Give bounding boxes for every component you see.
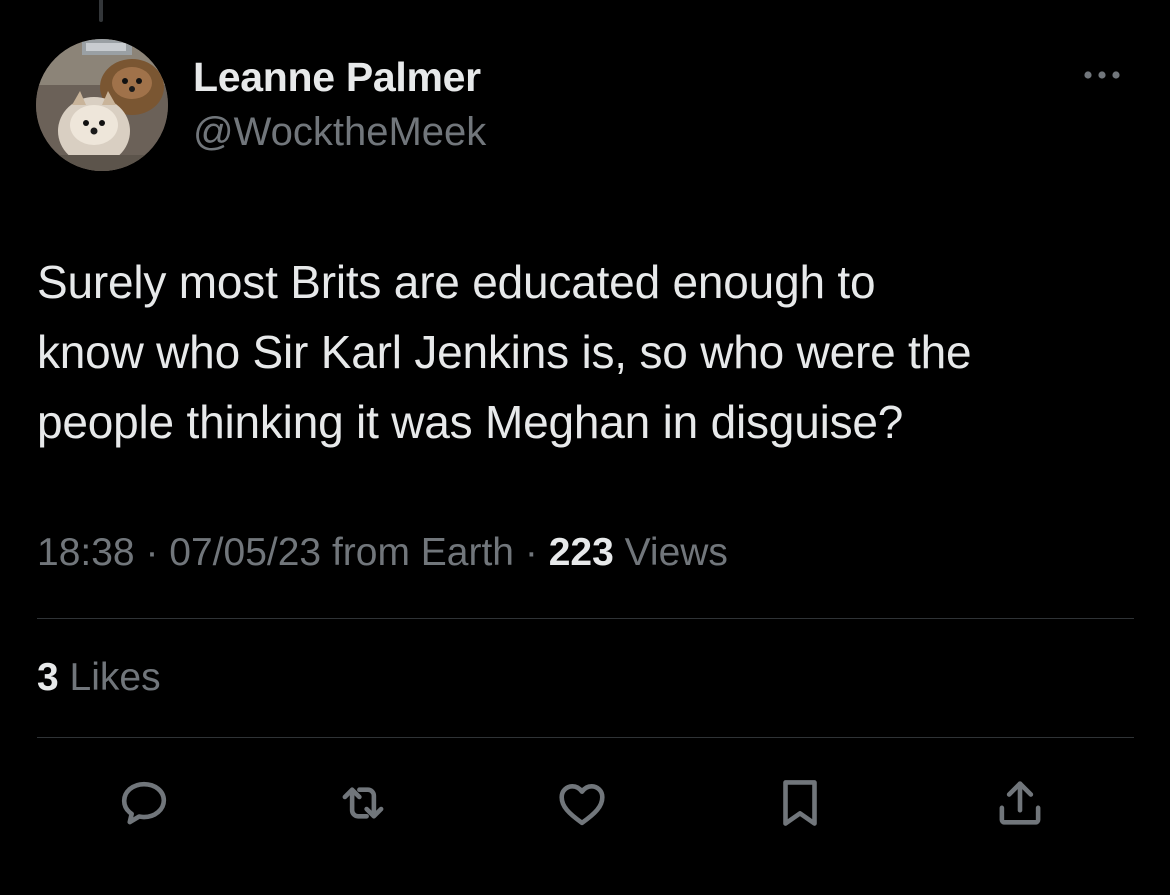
- thread-connector-line: [99, 0, 103, 22]
- like-button[interactable]: [550, 771, 614, 835]
- share-icon: [999, 781, 1041, 825]
- avatar[interactable]: [36, 39, 168, 171]
- tweet-date-source: 07/05/23 from Earth: [169, 531, 514, 574]
- retweet-icon: [342, 787, 384, 819]
- tweet-time[interactable]: 18:38: [37, 531, 135, 574]
- more-options-button[interactable]: [1082, 58, 1122, 92]
- share-button[interactable]: [988, 771, 1052, 835]
- heart-icon: [559, 784, 605, 826]
- tweet-text-line: Surely most Brits are educated enough to: [37, 256, 876, 308]
- views-label: Views: [624, 531, 728, 574]
- author-handle[interactable]: @WocktheMeek: [193, 110, 486, 155]
- author-display-name[interactable]: Leanne Palmer: [193, 54, 481, 101]
- more-dots-icon: [1084, 71, 1120, 79]
- likes-count: 3: [37, 656, 59, 699]
- tweet-text-line: know who Sir Karl Jenkins is, so who wer…: [37, 326, 972, 378]
- bookmark-icon: [783, 780, 817, 826]
- meta-separator: ·: [524, 531, 538, 574]
- bookmark-button[interactable]: [768, 771, 832, 835]
- likes-summary[interactable]: 3 Likes: [37, 656, 161, 700]
- reply-icon: [121, 781, 167, 825]
- retweet-button[interactable]: [331, 771, 395, 835]
- likes-label: Likes: [69, 656, 161, 699]
- divider: [37, 618, 1134, 619]
- reply-button[interactable]: [112, 771, 176, 835]
- meta-separator: ·: [145, 531, 159, 574]
- tweet-text-line: people thinking it was Meghan in disguis…: [37, 396, 904, 448]
- tweet-metadata: 18:38 · 07/05/23 from Earth · 223 Views: [37, 531, 728, 575]
- divider: [37, 737, 1134, 738]
- views-count[interactable]: 223: [549, 531, 614, 574]
- tweet-text: Surely most Brits are educated enough to…: [37, 247, 1137, 457]
- avatar-photo: [36, 39, 168, 171]
